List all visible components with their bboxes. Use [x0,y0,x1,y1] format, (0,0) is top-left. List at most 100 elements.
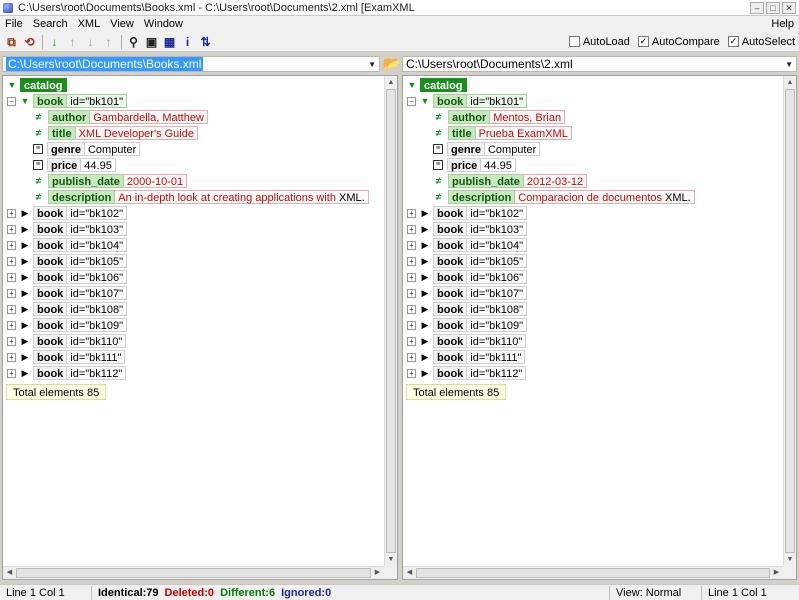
tree-node-book[interactable]: + ▶ book id="bk104" [7,238,128,252]
chevron-down-icon[interactable]: ▼ [368,60,376,69]
scroll-up-icon[interactable]: ▲ [784,76,796,89]
expand-icon[interactable]: + [7,224,16,234]
tree-node-title[interactable]: ≠ title XML Developer's Guide [33,126,198,140]
tree-node-author[interactable]: ≠ author Gambardella, Matthew [33,110,208,124]
expand-icon[interactable]: + [407,240,416,250]
expand-icon[interactable]: + [407,304,416,314]
info-icon[interactable]: i [179,34,196,50]
tree-node-book[interactable]: + ▶ book id="bk103" [407,222,528,236]
expand-icon[interactable]: + [407,256,416,266]
collapsed-arrow-icon[interactable]: ▶ [420,224,430,235]
tree-node-description[interactable]: ≠ description An in-depth look at creati… [33,190,369,204]
expand-icon[interactable]: + [407,336,416,346]
left-path-input[interactable]: C:\Users\root\Documents\Books.xml ▼ [2,56,380,72]
tree-node-book[interactable]: + ▶ book id="bk107" [407,286,528,300]
scroll-up-icon[interactable]: ▲ [385,76,397,89]
vertical-scrollbar[interactable]: ▲ ▼ [783,76,796,566]
chevron-down-icon[interactable]: ▼ [785,60,793,69]
collapsed-arrow-icon[interactable]: ▶ [20,352,30,363]
collapsed-arrow-icon[interactable]: ▶ [420,240,430,251]
tree-node-book[interactable]: + ▶ book id="bk110" [7,334,127,348]
expanded-arrow-icon[interactable]: ▼ [20,96,30,106]
expand-icon[interactable]: + [7,208,16,218]
prev-diff-up-icon[interactable]: ↑ [64,34,81,50]
menu-file[interactable]: File [0,18,28,30]
collapsed-arrow-icon[interactable]: ▶ [420,288,430,299]
collapsed-arrow-icon[interactable]: ▶ [420,352,430,363]
scroll-thumb[interactable] [416,568,770,578]
expand-icon[interactable]: + [407,288,416,298]
tree-node-book[interactable]: + ▶ book id="bk111" [7,350,126,364]
tree-node-book[interactable]: + ▶ book id="bk105" [7,254,128,268]
tree-node-book[interactable]: + ▶ book id="bk105" [407,254,528,268]
collapsed-arrow-icon[interactable]: ▶ [420,272,430,283]
scroll-thumb[interactable] [785,89,795,553]
close-icon[interactable]: ✕ [782,1,796,14]
expand-icon[interactable]: + [407,272,416,282]
collapsed-arrow-icon[interactable]: ▶ [420,208,430,219]
collapsed-arrow-icon[interactable]: ▶ [420,336,430,347]
tree-node-genre[interactable]: ≡ genre Computer [33,142,141,156]
find-icon[interactable]: ⚲ [125,34,142,50]
collapse-icon[interactable]: − [407,96,416,106]
tree-node-book[interactable]: + ▶ book id="bk107" [7,286,128,300]
collapsed-arrow-icon[interactable]: ▶ [420,304,430,315]
expand-icon[interactable]: + [7,256,16,266]
expand-icon[interactable]: + [407,352,416,362]
expand-icon[interactable]: + [407,320,416,330]
collapsed-arrow-icon[interactable]: ▶ [20,240,30,251]
expand-icon[interactable]: + [7,352,16,362]
collapsed-arrow-icon[interactable]: ▶ [20,288,30,299]
scroll-down-icon[interactable]: ▼ [385,553,397,566]
tree-node-title[interactable]: ≠ title Prueba ExamXML [433,126,572,140]
collapsed-arrow-icon[interactable]: ▶ [20,208,30,219]
collapsed-arrow-icon[interactable]: ▶ [20,368,30,379]
expand-icon[interactable]: + [7,336,16,346]
horizontal-scrollbar[interactable]: ◀ ▶ [3,566,384,579]
tree-node-book[interactable]: + ▶ book id="bk109" [7,318,128,332]
horizontal-scrollbar[interactable]: ◀ ▶ [403,566,783,579]
tree-node-book[interactable]: + ▶ book id="bk103" [7,222,128,236]
collapse-icon[interactable]: − [7,96,16,106]
expanded-arrow-icon[interactable]: ▼ [7,80,17,90]
tree-node-book[interactable]: + ▶ book id="bk106" [7,270,128,284]
collapsed-arrow-icon[interactable]: ▶ [420,368,430,379]
tree-node-book[interactable]: + ▶ book id="bk111" [407,350,526,364]
minimize-icon[interactable]: – [750,1,764,14]
expanded-arrow-icon[interactable]: ▼ [407,80,417,90]
tree-node-book[interactable]: − ▼ book id="bk101" [407,94,528,108]
tree-node-book[interactable]: + ▶ book id="bk102" [407,206,528,220]
collapsed-arrow-icon[interactable]: ▶ [20,224,30,235]
scroll-down-icon[interactable]: ▼ [784,553,796,566]
tree-node-publish-date[interactable]: ≠ publish_date 2000-10-01 [33,174,188,188]
menu-view[interactable]: View [105,18,139,30]
menu-help[interactable]: Help [766,18,799,30]
reload-icon[interactable]: ⟲ [21,34,38,50]
expand-icon[interactable]: + [407,208,416,218]
checkbox-box[interactable]: ✓ [637,36,649,47]
tree-node-catalog[interactable]: ▼ catalog [7,78,67,92]
collapsed-arrow-icon[interactable]: ▶ [20,256,30,267]
scroll-left-icon[interactable]: ◀ [3,567,16,579]
checkbox-box[interactable]: ✓ [727,36,739,47]
maximize-icon[interactable]: □ [766,1,780,14]
menu-search[interactable]: Search [28,18,73,30]
tree-node-price[interactable]: ≡ price 44.95 [433,158,516,172]
tree-node-book[interactable]: + ▶ book id="bk109" [407,318,528,332]
tree-node-book[interactable]: + ▶ book id="bk108" [407,302,528,316]
tree-node-description[interactable]: ≠ description Comparacion de documentos … [433,190,695,204]
expand-icon[interactable]: + [7,272,16,282]
tree-node-catalog[interactable]: ▼ catalog [407,78,467,92]
tree-node-book[interactable]: + ▶ book id="bk102" [7,206,128,220]
autoload-checkbox[interactable]: AutoLoad [568,36,630,48]
checkbox-box[interactable] [568,36,580,47]
collapsed-arrow-icon[interactable]: ▶ [420,256,430,267]
expand-icon[interactable]: + [7,368,16,378]
menu-window[interactable]: Window [139,18,188,30]
expand-icon[interactable]: + [407,368,416,378]
tree-node-publish-date[interactable]: ≠ publish_date 2012-03-12 [433,174,588,188]
menu-xml[interactable]: XML [73,18,106,30]
expand-icon[interactable]: + [7,320,16,330]
right-tree-pane[interactable]: ▼ catalog − ▼ book id="bk101" ≠ author M… [402,75,797,580]
next-diff-down-icon[interactable]: ↓ [46,34,63,50]
